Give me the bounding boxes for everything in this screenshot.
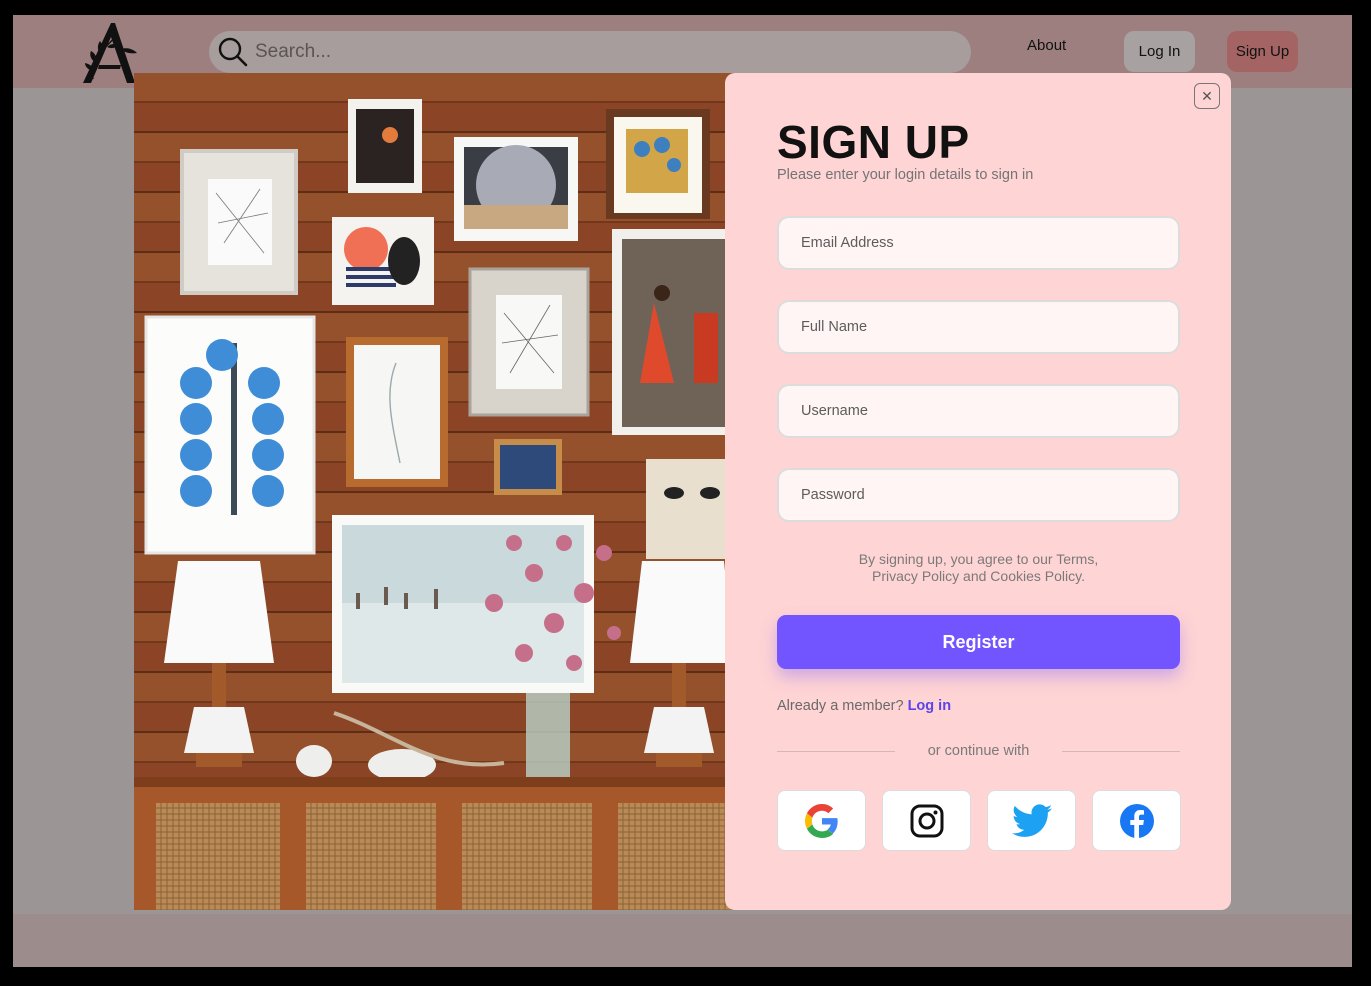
fullname-field[interactable]: Full Name: [777, 300, 1180, 354]
terms-text: By signing up, you agree to our Terms, P…: [777, 551, 1180, 585]
facebook-icon: [1119, 803, 1154, 838]
terms-line-1: By signing up, you agree to our Terms,: [858, 551, 1099, 567]
email-field[interactable]: Email Address: [777, 216, 1180, 270]
instagram-icon: [910, 804, 943, 837]
app-window: About Log In Sign Up: [13, 15, 1352, 967]
facebook-button[interactable]: [1092, 790, 1181, 851]
twitter-icon: [1011, 803, 1052, 837]
twitter-button[interactable]: [987, 790, 1076, 851]
modal-subtitle: Please enter your login details to sign …: [777, 167, 1034, 183]
nav-signup-button[interactable]: Sign Up: [1227, 31, 1298, 72]
google-button[interactable]: [777, 790, 866, 851]
nav-login-button[interactable]: Log In: [1124, 31, 1195, 72]
member-text: Already a member?: [777, 698, 904, 714]
login-link[interactable]: Log in: [908, 698, 952, 714]
signup-modal: ✕ SIGN UP Please enter your login detail…: [725, 73, 1231, 910]
password-field[interactable]: Password: [777, 468, 1180, 522]
footer-bar: [13, 914, 1352, 967]
register-button[interactable]: Register: [777, 615, 1180, 669]
username-field[interactable]: Username: [777, 384, 1180, 438]
member-prompt: Already a member? Log in: [777, 698, 951, 714]
search-bar[interactable]: [209, 31, 971, 73]
divider-right: [1062, 751, 1180, 752]
google-icon: [804, 803, 838, 838]
terms-line-2: Privacy Policy and Cookies Policy.: [872, 568, 1085, 584]
modal-title: SIGN UP: [777, 116, 970, 168]
instagram-button[interactable]: [882, 790, 971, 851]
close-icon[interactable]: ✕: [1194, 83, 1220, 109]
nav-about-link[interactable]: About: [1027, 37, 1066, 54]
search-icon: [218, 37, 248, 67]
interior-photo: [134, 73, 734, 910]
search-input[interactable]: [255, 41, 855, 63]
